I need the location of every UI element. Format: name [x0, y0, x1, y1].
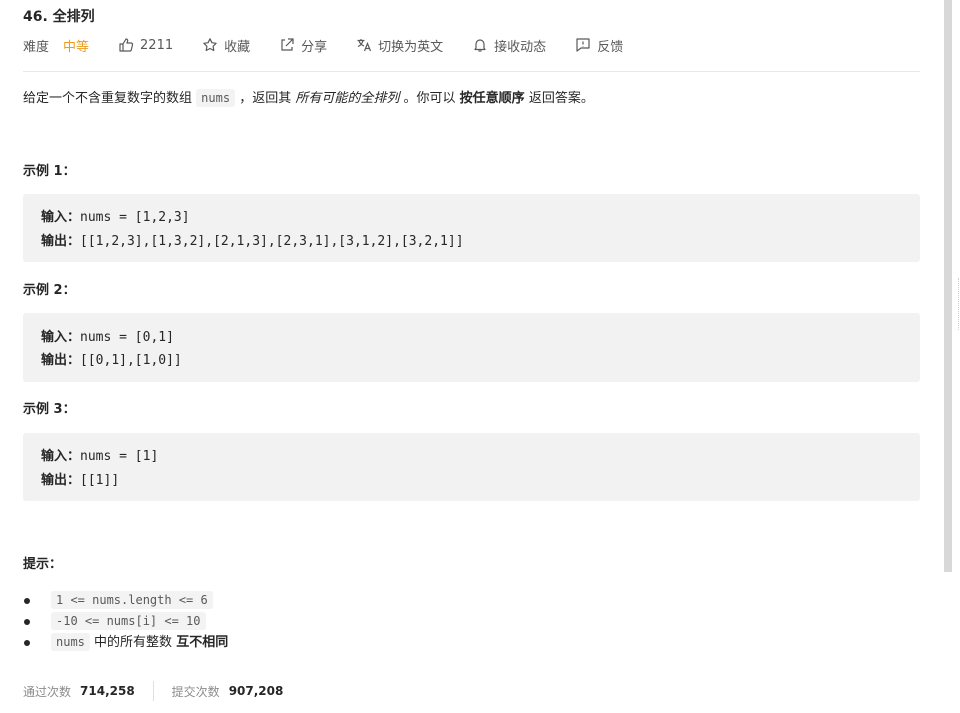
example-1-title: 示例 1： [23, 164, 76, 179]
output-value: [[1,2,3],[1,3,2],[2,1,3],[2,3,1],[3,1,2]… [80, 234, 464, 249]
problem-title: 46. 全排列 [23, 9, 95, 25]
thumbs-up-icon [119, 38, 134, 52]
subscribe-button[interactable]: 接收动态 [472, 36, 546, 55]
constraints-list: 1 <= nums.length <= 6 -10 <= nums[i] <= … [23, 590, 229, 653]
input-value: nums = [1,2,3] [80, 210, 190, 225]
description-text: 。你可以 [403, 91, 456, 106]
description-emphasis: 所有可能的全排列 [295, 91, 400, 106]
description-text: ，返回其 [239, 91, 292, 106]
constraints-title: 提示： [23, 557, 63, 572]
code-nums: nums [196, 89, 236, 107]
list-item: nums 中的所有整数 互不相同 [23, 632, 229, 653]
output-label: 输出： [41, 473, 81, 488]
input-label: 输入： [41, 449, 81, 464]
output-label: 输出： [41, 234, 81, 249]
accepted-count: 714,258 [80, 684, 135, 698]
accepted-label: 通过次数 [23, 684, 72, 699]
output-label: 输出： [41, 353, 81, 368]
star-icon [203, 38, 217, 52]
example-1-block: 输入：nums = [1,2,3] 输出：[[1,2,3],[1,3,2],[2… [23, 194, 920, 262]
output-value: [[0,1],[1,0]] [80, 353, 182, 368]
constraint-code: nums [51, 633, 90, 651]
constraint-strong: 互不相同 [176, 635, 229, 650]
example-1-input: 输入：nums = [1,2,3] [41, 206, 190, 225]
share-button[interactable]: 分享 [279, 36, 327, 55]
feedback-icon [576, 38, 590, 52]
stats-divider [152, 681, 154, 701]
header-divider [23, 71, 920, 72]
constraint-text: 中的所有整数 [94, 635, 173, 650]
like-count: 2211 [140, 37, 174, 53]
input-label: 输入： [41, 330, 81, 345]
problem-description: 给定一个不含重复数字的数组 nums ，返回其 所有可能的全排列 。你可以 按任… [23, 88, 594, 109]
submitted-label: 提交次数 [171, 684, 220, 699]
output-value: [[1]] [80, 473, 120, 488]
example-2-title: 示例 2： [23, 283, 76, 298]
bell-icon [474, 39, 486, 52]
example-1-output: 输出：[[1,2,3],[1,3,2],[2,1,3],[2,3,1],[3,1… [41, 230, 464, 249]
share-label: 分享 [301, 39, 328, 55]
favorite-button[interactable]: 收藏 [202, 36, 250, 55]
list-item: -10 <= nums[i] <= 10 [23, 611, 228, 632]
favorite-label: 收藏 [224, 39, 251, 55]
translate-icon [357, 39, 372, 52]
example-2-output: 输出：[[0,1],[1,0]] [41, 349, 182, 368]
switch-language-label: 切换为英文 [378, 39, 444, 55]
example-3-title: 示例 3： [23, 402, 76, 417]
share-icon [281, 38, 294, 51]
input-value: nums = [1] [80, 449, 159, 464]
submission-stats: 通过次数 714,258 提交次数 907,208 [23, 681, 283, 701]
example-3-block: 输入：nums = [1] 输出：[[1]] [23, 433, 920, 501]
feedback-label: 反馈 [597, 39, 624, 55]
submitted-count: 907,208 [228, 684, 284, 698]
example-3-output: 输出：[[1]] [41, 469, 119, 488]
difficulty-badge: 中等 [63, 39, 90, 55]
constraint-code: -10 <= nums[i] <= 10 [51, 612, 206, 630]
difficulty-label: 难度 [23, 39, 50, 55]
description-strong: 按任意顺序 [459, 91, 525, 106]
feedback-button[interactable]: 反馈 [575, 36, 623, 55]
example-2-input: 输入：nums = [0,1] [41, 326, 174, 345]
switch-language-button[interactable]: 切换为英文 [356, 36, 443, 55]
list-item: 1 <= nums.length <= 6 [23, 590, 228, 611]
input-value: nums = [0,1] [80, 330, 174, 345]
example-3-input: 输入：nums = [1] [41, 445, 158, 464]
constraint-code: 1 <= nums.length <= 6 [51, 591, 213, 609]
input-label: 输入： [41, 210, 81, 225]
description-text: 给定一个不含重复数字的数组 [23, 91, 193, 106]
like-button[interactable]: 2211 [118, 37, 173, 53]
vertical-scrollbar[interactable] [944, 0, 952, 572]
subscribe-label: 接收动态 [494, 39, 547, 55]
description-text: 返回答案。 [528, 91, 594, 106]
problem-meta-bar: 难度 中等 2211 收藏 分享 切换为英文 接收动态 反馈 [23, 36, 652, 55]
example-2-block: 输入：nums = [0,1] 输出：[[0,1],[1,0]] [23, 313, 920, 382]
